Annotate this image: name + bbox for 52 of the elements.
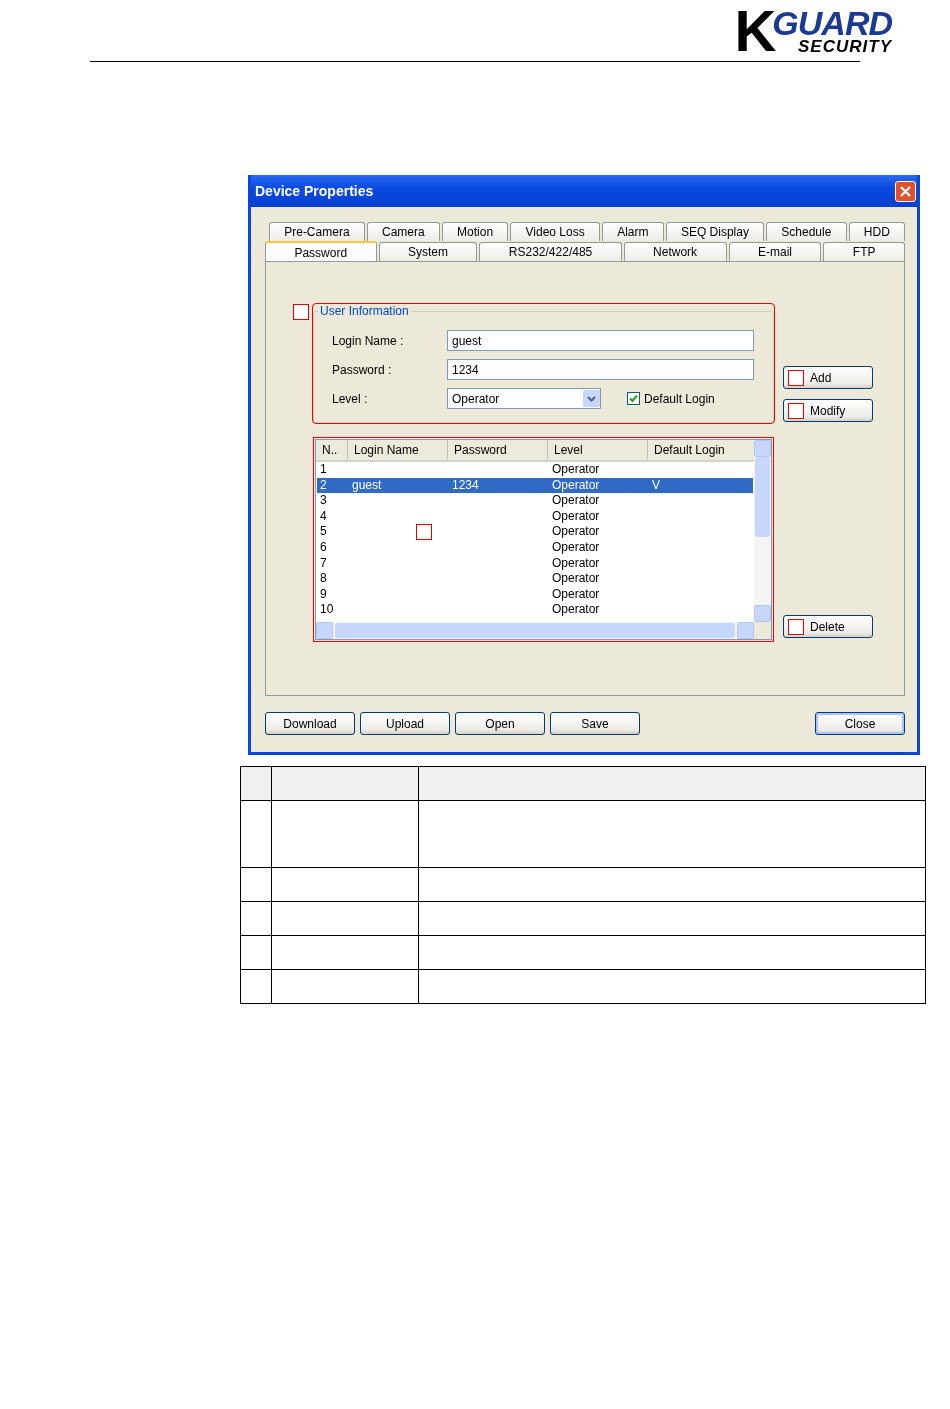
column-header[interactable]: N.. xyxy=(316,440,348,460)
list-row[interactable]: 2 guest 1234 Operator V xyxy=(317,477,753,494)
tab[interactable]: Pre-Camera xyxy=(269,222,365,241)
list-row[interactable]: 4 Operator xyxy=(317,508,753,525)
tab[interactable]: HDD xyxy=(848,222,906,241)
list-row[interactable]: 10 Operator xyxy=(317,602,753,618)
column-header[interactable]: Password xyxy=(448,440,548,460)
tab[interactable]: SEQ Display xyxy=(665,222,765,241)
close-icon[interactable] xyxy=(895,180,916,202)
dialog-button[interactable]: Upload xyxy=(360,712,450,735)
scrollbar-corner xyxy=(754,622,771,639)
action-button[interactable]: Modify xyxy=(783,399,873,422)
tab[interactable]: Network xyxy=(623,242,727,261)
tab[interactable]: Schedule xyxy=(766,222,847,241)
password-field[interactable]: 1234 xyxy=(447,359,754,380)
level-dropdown[interactable]: Operator xyxy=(447,388,601,409)
dialog-button[interactable]: Open xyxy=(455,712,545,735)
list-row[interactable]: 1 Operator xyxy=(317,462,753,478)
field-label: Login Name : xyxy=(332,333,405,348)
tab[interactable]: Camera xyxy=(366,222,440,241)
list-row[interactable]: 7 Operator xyxy=(317,555,753,572)
list-row[interactable]: 9 Operator xyxy=(317,586,753,603)
field-label: Password : xyxy=(332,362,393,377)
callout-marker xyxy=(293,304,309,320)
default-button[interactable]: Close xyxy=(815,712,905,735)
group-title: User Information xyxy=(319,304,410,318)
checkbox-label: Default Login xyxy=(644,391,715,406)
window-title: Device Properties xyxy=(255,183,374,199)
tab[interactable]: Motion xyxy=(441,222,509,241)
delete-button[interactable]: Delete xyxy=(783,615,873,638)
action-button[interactable]: Add xyxy=(783,366,873,389)
column-header[interactable]: Level xyxy=(548,440,648,460)
list-row[interactable]: 3 Operator xyxy=(317,493,753,509)
callout-marker xyxy=(416,524,432,540)
vertical-scrollbar[interactable] xyxy=(754,440,771,622)
default-login-checkbox[interactable] xyxy=(627,392,640,405)
field-label: Level : xyxy=(332,391,369,406)
list-row[interactable]: 6 Operator xyxy=(317,539,753,556)
tab[interactable]: Password xyxy=(265,241,377,262)
horizontal-scrollbar[interactable] xyxy=(316,622,754,639)
column-header[interactable]: Login Name xyxy=(348,440,448,460)
list-row[interactable]: 5 Operator xyxy=(317,524,753,540)
tab[interactable]: Alarm xyxy=(601,222,664,241)
login-name-field[interactable]: guest xyxy=(447,330,754,351)
dialog-button[interactable]: Download xyxy=(265,712,355,735)
tab[interactable]: E-mail xyxy=(728,242,822,261)
list-row[interactable]: 8 Operator xyxy=(317,571,753,587)
tab[interactable]: FTP xyxy=(823,242,905,261)
tab[interactable]: System xyxy=(378,242,478,261)
dialog-button[interactable]: Save xyxy=(550,712,640,735)
tab[interactable]: RS232/422/485 xyxy=(479,242,622,261)
tab[interactable]: Video Loss xyxy=(510,222,600,241)
